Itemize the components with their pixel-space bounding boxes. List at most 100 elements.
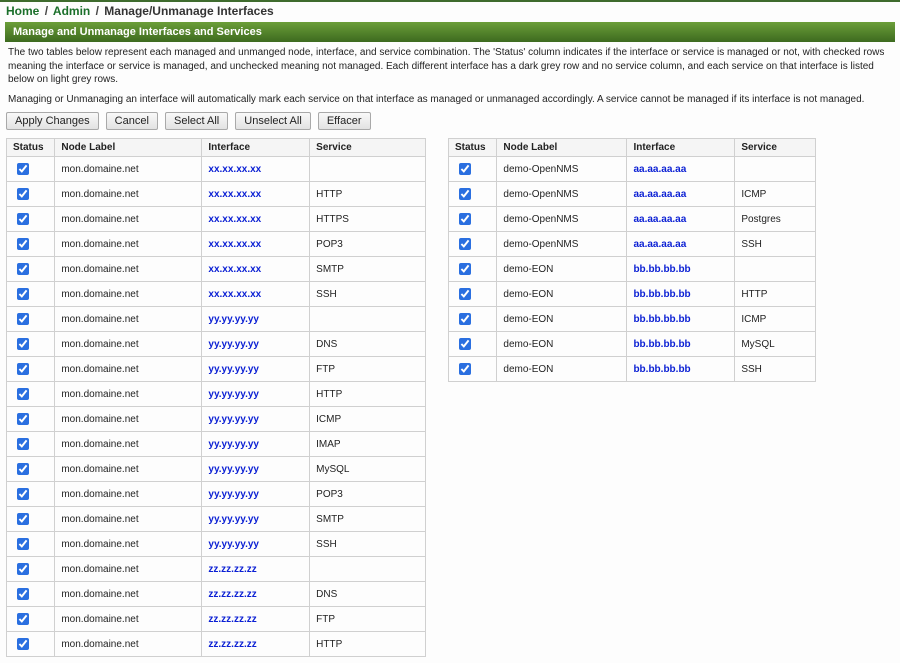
interface-cell[interactable]: zz.zz.zz.zz [202,557,310,582]
status-checkbox[interactable] [17,563,29,575]
status-cell [7,232,55,257]
status-checkbox[interactable] [17,213,29,225]
interface-cell[interactable]: yy.yy.yy.yy [202,457,310,482]
status-checkbox[interactable] [17,413,29,425]
status-checkbox[interactable] [459,288,471,300]
node-cell: mon.domaine.net [55,557,202,582]
status-checkbox[interactable] [17,363,29,375]
effacer-button[interactable]: Effacer [318,112,371,130]
interface-cell[interactable]: yy.yy.yy.yy [202,307,310,332]
status-checkbox[interactable] [459,238,471,250]
node-cell: mon.domaine.net [55,607,202,632]
breadcrumb-home[interactable]: Home [6,4,39,18]
interface-cell[interactable]: xx.xx.xx.xx [202,182,310,207]
status-checkbox[interactable] [17,588,29,600]
interface-cell[interactable]: yy.yy.yy.yy [202,407,310,432]
status-checkbox[interactable] [17,613,29,625]
service-cell: HTTP [735,282,816,307]
status-checkbox[interactable] [17,638,29,650]
status-checkbox[interactable] [17,288,29,300]
col-service: Service [735,139,816,157]
status-cell [449,257,497,282]
interface-cell[interactable]: xx.xx.xx.xx [202,257,310,282]
status-checkbox[interactable] [459,363,471,375]
node-cell: mon.domaine.net [55,632,202,657]
service-cell: SSH [310,282,426,307]
table-header-row: Status Node Label Interface Service [7,139,426,157]
interface-cell[interactable]: xx.xx.xx.xx [202,282,310,307]
interface-cell[interactable]: zz.zz.zz.zz [202,582,310,607]
interface-cell[interactable]: bb.bb.bb.bb [627,357,735,382]
status-cell [7,307,55,332]
service-cell: FTP [310,357,426,382]
interface-cell[interactable]: yy.yy.yy.yy [202,432,310,457]
service-cell [735,257,816,282]
node-cell: mon.domaine.net [55,182,202,207]
interface-cell[interactable]: xx.xx.xx.xx [202,207,310,232]
interface-cell[interactable]: aa.aa.aa.aa [627,207,735,232]
interface-cell[interactable]: yy.yy.yy.yy [202,482,310,507]
node-cell: demo-EON [497,357,627,382]
apply-changes-button[interactable]: Apply Changes [6,112,99,130]
breadcrumb-admin[interactable]: Admin [53,4,90,18]
service-cell: ICMP [310,407,426,432]
interface-cell[interactable]: aa.aa.aa.aa [627,232,735,257]
interface-cell[interactable]: yy.yy.yy.yy [202,382,310,407]
interface-cell[interactable]: zz.zz.zz.zz [202,632,310,657]
cancel-button[interactable]: Cancel [106,112,158,130]
status-checkbox[interactable] [17,538,29,550]
interface-cell[interactable]: yy.yy.yy.yy [202,357,310,382]
status-checkbox[interactable] [17,438,29,450]
interface-cell[interactable]: xx.xx.xx.xx [202,157,310,182]
right-table: Status Node Label Interface Service demo… [448,138,816,382]
right-table-wrap: Status Node Label Interface Service demo… [448,138,816,382]
table-row: mon.domaine.netzz.zz.zz.zz [7,557,426,582]
status-checkbox[interactable] [17,513,29,525]
table-row: mon.domaine.netxx.xx.xx.xxSMTP [7,257,426,282]
status-cell [449,207,497,232]
tables-wrap: Status Node Label Interface Service mon.… [0,138,900,663]
status-checkbox[interactable] [17,163,29,175]
status-checkbox[interactable] [459,213,471,225]
status-checkbox[interactable] [17,263,29,275]
status-checkbox[interactable] [459,263,471,275]
select-all-button[interactable]: Select All [165,112,228,130]
interface-cell[interactable]: aa.aa.aa.aa [627,182,735,207]
table-row: mon.domaine.netyy.yy.yy.yyFTP [7,357,426,382]
status-checkbox[interactable] [459,313,471,325]
interface-cell[interactable]: zz.zz.zz.zz [202,607,310,632]
node-cell: demo-EON [497,332,627,357]
status-checkbox[interactable] [459,163,471,175]
interface-cell[interactable]: bb.bb.bb.bb [627,307,735,332]
table-row: demo-EONbb.bb.bb.bbSSH [449,357,816,382]
status-checkbox[interactable] [17,238,29,250]
status-checkbox[interactable] [17,313,29,325]
node-cell: mon.domaine.net [55,282,202,307]
interface-cell[interactable]: bb.bb.bb.bb [627,282,735,307]
interface-cell[interactable]: yy.yy.yy.yy [202,507,310,532]
interface-cell[interactable]: yy.yy.yy.yy [202,332,310,357]
interface-cell[interactable]: xx.xx.xx.xx [202,232,310,257]
interface-cell[interactable]: yy.yy.yy.yy [202,532,310,557]
service-cell: SMTP [310,507,426,532]
status-cell [449,232,497,257]
interface-cell[interactable]: bb.bb.bb.bb [627,332,735,357]
interface-cell[interactable]: bb.bb.bb.bb [627,257,735,282]
status-checkbox[interactable] [459,338,471,350]
status-checkbox[interactable] [17,188,29,200]
node-cell: demo-EON [497,282,627,307]
status-checkbox[interactable] [17,388,29,400]
status-checkbox[interactable] [17,488,29,500]
status-checkbox[interactable] [459,188,471,200]
unselect-all-button[interactable]: Unselect All [235,112,310,130]
table-row: mon.domaine.netxx.xx.xx.xxPOP3 [7,232,426,257]
node-cell: demo-EON [497,307,627,332]
status-checkbox[interactable] [17,338,29,350]
service-cell: HTTP [310,382,426,407]
description-p1: The two tables below represent each mana… [0,42,900,89]
interface-cell[interactable]: aa.aa.aa.aa [627,157,735,182]
node-cell: mon.domaine.net [55,382,202,407]
status-checkbox[interactable] [17,463,29,475]
service-cell: POP3 [310,482,426,507]
table-row: mon.domaine.netxx.xx.xx.xxSSH [7,282,426,307]
